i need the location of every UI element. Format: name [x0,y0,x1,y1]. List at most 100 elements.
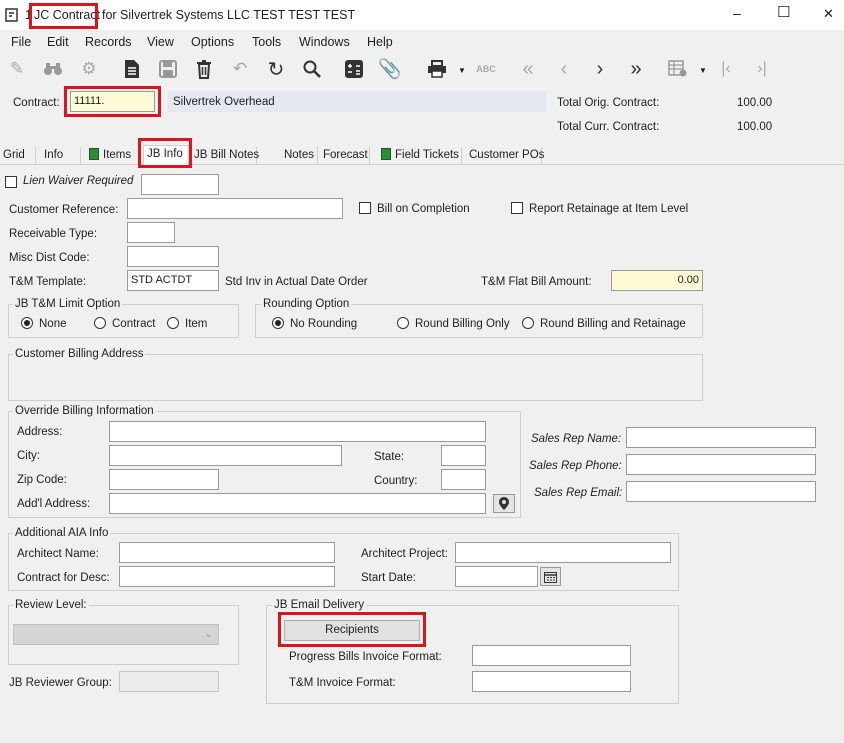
previous-record-icon[interactable]: ‹ [552,57,576,81]
contract-input[interactable]: 11111. [70,91,155,112]
zip-code-label: Zip Code: [17,474,67,486]
calculator-icon[interactable] [342,57,366,81]
country-input[interactable] [441,469,486,490]
tab-info[interactable]: Info [41,147,81,165]
misc-dist-code-label: Misc Dist Code: [9,252,90,264]
contract-description: Silvertrek Overhead [168,91,546,112]
menu-view[interactable]: View [147,35,174,49]
progress-bills-format-label: Progress Bills Invoice Format: [289,651,442,663]
menu-windows[interactable]: Windows [299,35,350,49]
first-record-icon[interactable]: « [516,57,540,81]
architect-name-input[interactable] [119,542,335,563]
start-date-label: Start Date: [361,572,416,584]
next-record-icon[interactable]: › [588,57,612,81]
addl-address-input[interactable] [109,493,486,514]
menu-tools[interactable]: Tools [252,35,281,49]
limit-item-radio[interactable] [167,317,179,329]
menu-file[interactable]: File [11,35,31,49]
limit-item-label: Item [185,318,208,330]
calendar-button[interactable] [540,567,561,586]
print-icon[interactable] [425,57,449,81]
recipients-button[interactable]: Recipients [284,620,420,641]
round-billing-only-label: Round Billing Only [415,318,510,330]
tab-customer-pos[interactable]: Customer POs [466,147,544,165]
grid-settings-dropdown-icon[interactable]: ▼ [699,64,707,78]
tab-items[interactable]: Items [86,147,139,165]
receivable-type-input[interactable] [127,222,175,243]
map-location-button[interactable] [493,494,515,513]
save-icon[interactable] [156,57,180,81]
lien-waiver-field[interactable] [141,174,219,195]
settings-gear-icon[interactable]: ⚙ [77,57,101,81]
address-input[interactable] [109,421,486,442]
undo-icon[interactable]: ↶ [228,57,252,81]
tab-jb-bill-notes[interactable]: JB Bill Notes [191,147,259,165]
close-button[interactable]: ✕ [823,7,834,21]
misc-dist-code-input[interactable] [127,246,219,267]
bill-on-completion-checkbox[interactable] [359,202,371,214]
limit-contract-radio[interactable] [94,317,106,329]
addl-address-label: Add'l Address: [17,498,91,510]
sales-rep-name-input[interactable] [626,427,816,448]
tm-flat-bill-input[interactable]: 0.00 [611,270,703,291]
review-level-group-label: Review Level: [13,598,89,612]
tab-notes[interactable]: Notes [262,147,318,165]
contract-for-desc-input[interactable] [119,566,335,587]
tm-invoice-format-label: T&M Invoice Format: [289,677,396,689]
menu-help[interactable]: Help [367,35,393,49]
lien-waiver-checkbox[interactable] [5,176,17,188]
tab-forecast[interactable]: Forecast [320,147,370,165]
first-page-icon[interactable]: |‹ [714,57,738,81]
country-label: Country: [374,475,418,487]
minimize-button[interactable]: – [733,6,741,20]
sales-rep-email-label: Sales Rep Email: [534,487,623,499]
limit-none-label: None [39,318,67,330]
last-record-icon[interactable]: » [624,57,648,81]
grid-settings-icon[interactable] [666,57,690,81]
menu-options[interactable]: Options [191,35,234,49]
round-billing-retainage-radio[interactable] [522,317,534,329]
tm-invoice-format-input[interactable] [472,671,631,692]
document-icon[interactable] [120,57,144,81]
no-rounding-radio[interactable] [272,317,284,329]
tm-template-input[interactable]: STD ACTDT [127,270,219,291]
rounding-group-label: Rounding Option [261,297,352,311]
sales-rep-phone-input[interactable] [626,454,816,475]
chevron-down-icon: ⌄ [204,628,214,640]
last-page-icon[interactable]: ›| [750,57,774,81]
additional-aia-group-label: Additional AIA Info [13,526,111,540]
review-level-dropdown[interactable]: ⌄ [13,624,219,645]
tab-grid[interactable]: Grid [0,147,36,165]
customer-billing-address-group [8,354,703,401]
report-retainage-label: Report Retainage at Item Level [529,203,689,215]
architect-project-input[interactable] [455,542,671,563]
sales-rep-email-input[interactable] [626,481,816,502]
print-dropdown-icon[interactable]: ▼ [458,64,466,78]
report-retainage-checkbox[interactable] [511,202,523,214]
delete-icon[interactable] [192,57,216,81]
binoculars-icon[interactable] [41,57,65,81]
tab-jb-info[interactable]: JB Info [143,145,189,166]
spellcheck-icon[interactable]: ABC [474,57,498,81]
window-title-module: JC Contract [34,8,100,22]
start-date-input[interactable] [455,566,538,587]
jb-reviewer-group-input[interactable] [119,671,219,692]
limit-none-radio[interactable] [21,317,33,329]
round-billing-only-radio[interactable] [397,317,409,329]
tm-flat-bill-label: T&M Flat Bill Amount: [481,276,592,288]
progress-bills-format-input[interactable] [472,645,631,666]
zip-code-input[interactable] [109,469,219,490]
search-icon[interactable] [300,57,324,81]
edit-icon[interactable]: ✎ [5,57,29,81]
maximize-button[interactable]: ☐ [777,5,790,20]
city-input[interactable] [109,445,342,466]
customer-reference-input[interactable] [127,198,343,219]
total-curr-contract-value: 100.00 [737,121,773,133]
menu-edit[interactable]: Edit [47,35,69,49]
attachment-icon[interactable]: 📎 [378,57,402,81]
tab-field-tickets[interactable]: Field Tickets [378,147,462,165]
sales-rep-name-label: Sales Rep Name: [531,433,622,445]
menu-records[interactable]: Records [85,35,132,49]
state-input[interactable] [441,445,486,466]
refresh-icon[interactable]: ↻ [264,57,288,81]
